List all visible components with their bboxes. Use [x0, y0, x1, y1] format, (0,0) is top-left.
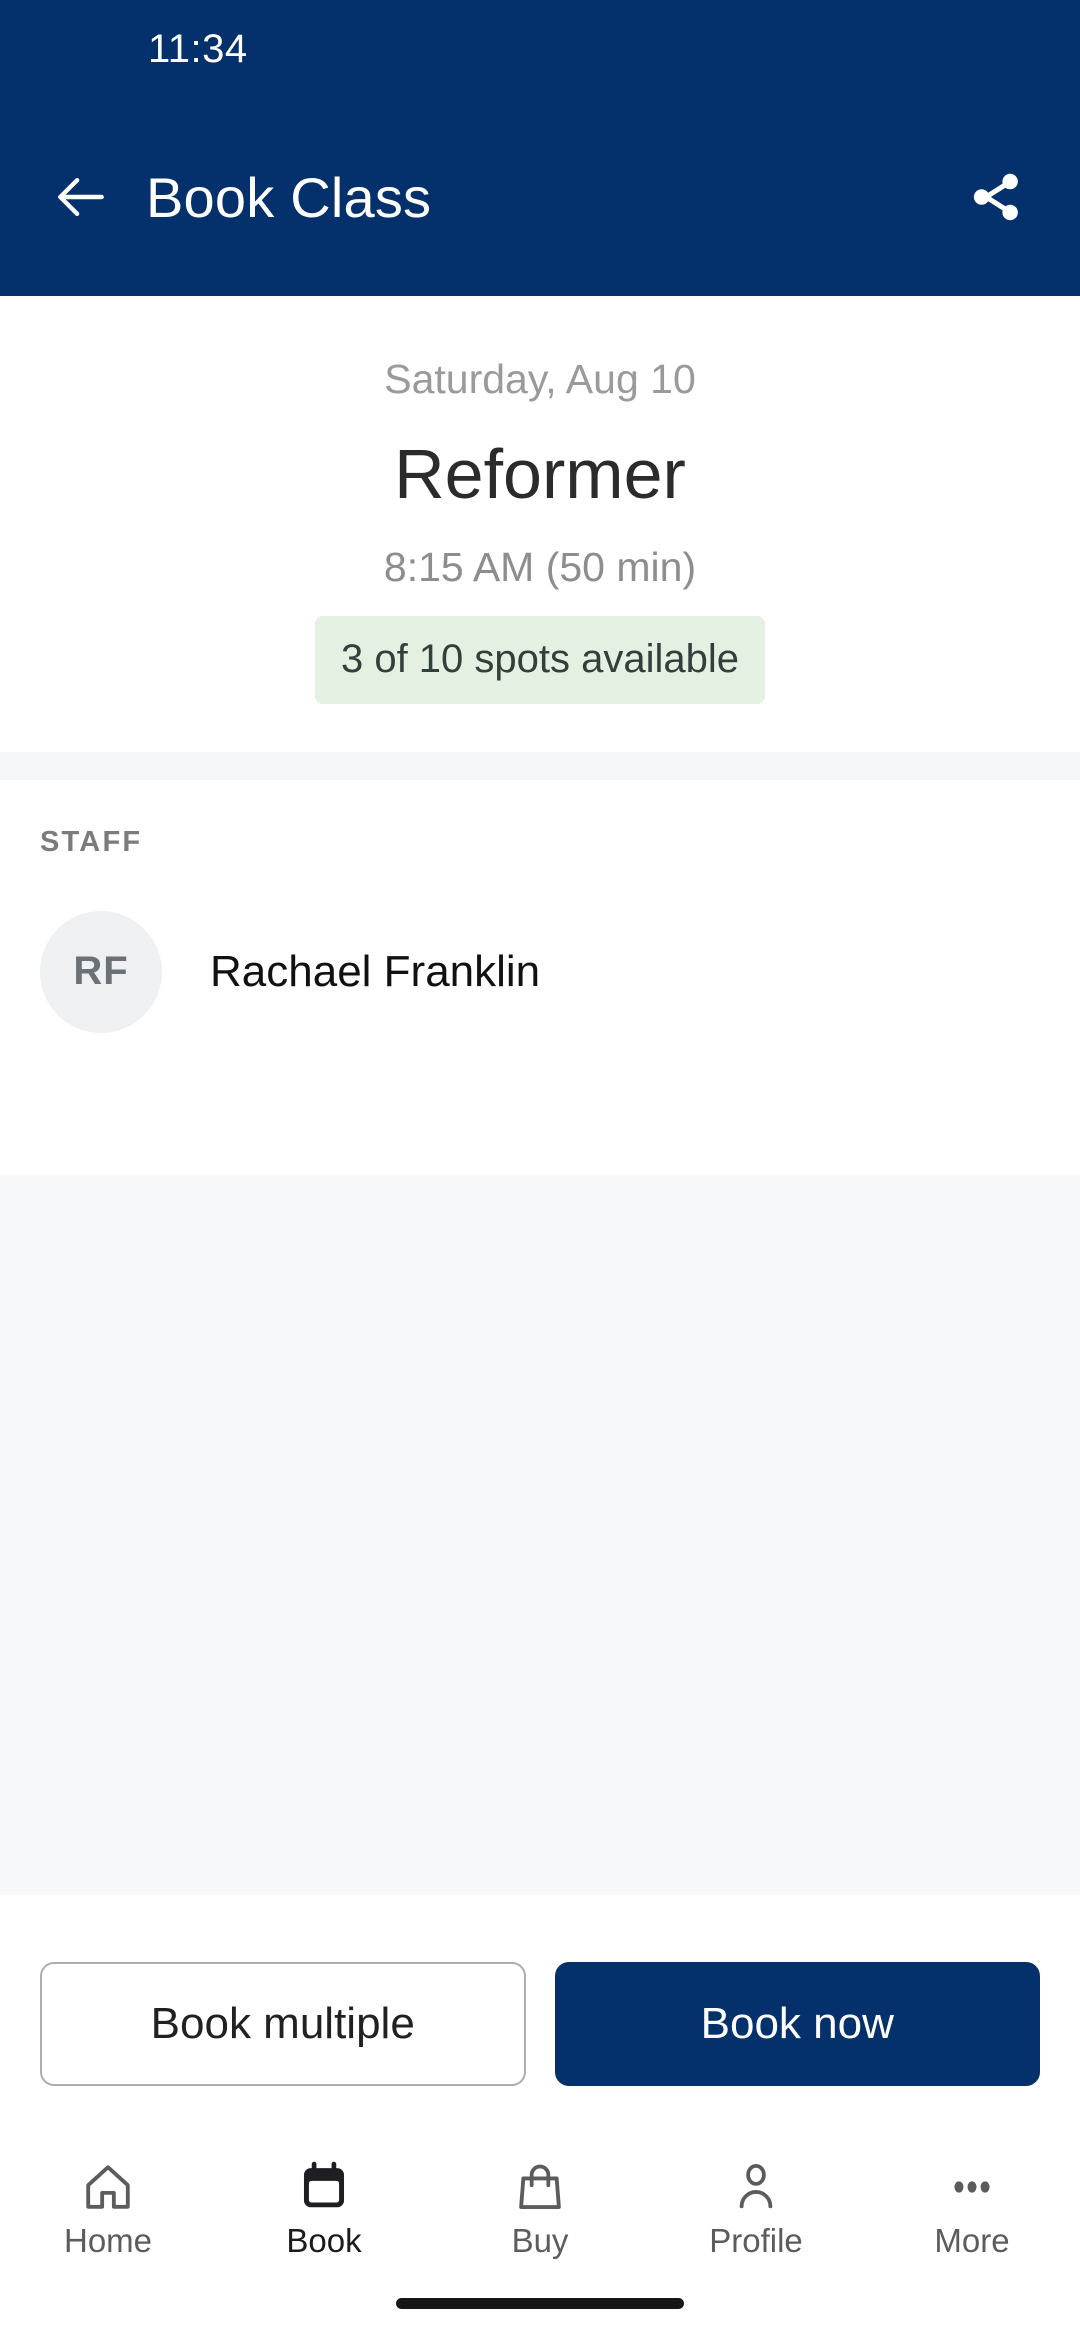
bottom-navigation: Home Book Buy Profile More — [0, 2138, 1080, 2284]
class-summary: Saturday, Aug 10 Reformer 8:15 AM (50 mi… — [0, 296, 1080, 752]
section-divider — [0, 751, 1080, 780]
class-time-duration: 8:15 AM (50 min) — [383, 544, 697, 591]
arrow-left-icon — [58, 178, 104, 216]
class-date: Saturday, Aug 10 — [384, 356, 696, 402]
nav-label-book: Book — [286, 2222, 362, 2259]
status-bar-clock: 11:34 — [148, 26, 248, 71]
shopping-bag-icon-wrap — [513, 2156, 567, 2218]
class-name: Reformer — [394, 435, 686, 514]
nav-item-home[interactable]: Home — [0, 2156, 216, 2257]
nav-item-more[interactable]: More — [864, 2156, 1080, 2257]
phone-screen: 11:34 Book Class Saturday, Aug 10 Reform… — [0, 0, 1080, 2340]
page-title: Book Class — [146, 165, 432, 229]
avatar-initials: RF — [73, 949, 129, 993]
shopping-bag-icon — [519, 2164, 561, 2209]
nav-label-more: More — [934, 2222, 1010, 2259]
share-icon — [973, 173, 1018, 221]
ellipsis-icon — [954, 2181, 990, 2193]
nav-item-profile[interactable]: Profile — [648, 2156, 864, 2257]
app-bar: Book Class — [0, 98, 1080, 296]
ellipsis-icon-wrap — [945, 2156, 999, 2218]
home-icon-wrap — [81, 2156, 135, 2218]
spots-available-badge: 3 of 10 spots available — [314, 615, 766, 704]
home-icon — [86, 2165, 130, 2209]
nav-label-profile: Profile — [709, 2222, 803, 2259]
book-multiple-button[interactable]: Book multiple — [40, 1962, 526, 2086]
avatar: RF — [40, 910, 162, 1033]
nav-label-buy: Buy — [511, 2222, 569, 2259]
staff-list-item[interactable]: RF Rachael Franklin — [40, 910, 1040, 1033]
home-indicator[interactable] — [396, 2298, 684, 2309]
back-button[interactable] — [44, 160, 118, 234]
nav-item-book[interactable]: Book — [216, 2156, 432, 2257]
status-bar: 11:34 — [0, 0, 1080, 98]
staff-section: STAFF RF Rachael Franklin — [0, 779, 1080, 1175]
person-icon-wrap — [729, 2156, 783, 2218]
calendar-icon-wrap — [297, 2156, 351, 2218]
content-filler — [0, 1174, 1080, 1895]
calendar-icon — [303, 2161, 345, 2208]
book-now-button[interactable]: Book now — [554, 1962, 1040, 2086]
nav-item-buy[interactable]: Buy — [432, 2156, 648, 2257]
home-indicator-area — [0, 2284, 1080, 2340]
staff-name: Rachael Franklin — [210, 946, 541, 996]
action-bar: Book multiple Book now — [0, 1895, 1080, 2138]
staff-section-heading: STAFF — [40, 825, 143, 858]
availability-badge-wrap: 3 of 10 spots available — [40, 615, 1040, 704]
nav-label-home: Home — [63, 2222, 153, 2259]
person-icon — [739, 2163, 773, 2209]
share-button[interactable] — [956, 157, 1036, 237]
